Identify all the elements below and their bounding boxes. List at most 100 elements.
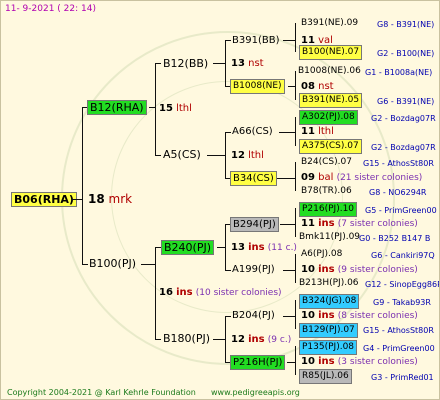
gen4-annotation: 10 ins (8 sister colonies) xyxy=(301,309,418,323)
connector xyxy=(141,264,155,265)
gen4-note: (3 sister colonies) xyxy=(337,357,418,367)
gen5-source: G3 - PrimRed01 xyxy=(371,373,434,382)
connector xyxy=(225,132,226,178)
gen3-item[interactable]: B240(PJ) xyxy=(161,240,215,255)
gen1-num: 18 xyxy=(88,192,105,206)
gen4-num: 10 xyxy=(301,264,315,275)
gen5-item[interactable]: B213H(PJ).06 xyxy=(299,277,359,290)
gen4-mark: ins xyxy=(318,310,335,321)
gen5-item[interactable]: P216(PJ).10 xyxy=(299,202,358,217)
connector xyxy=(295,71,296,100)
gen2-sire-num: 15 xyxy=(159,103,173,114)
gen4-num: 11 xyxy=(301,218,315,229)
connector xyxy=(155,63,156,155)
gen3-num: 12 xyxy=(231,150,245,161)
gen4-annotation: 09 bal (21 sister colonies) xyxy=(301,171,422,185)
gen4-item[interactable]: B34(CS) xyxy=(230,171,277,186)
gen5-item[interactable]: P135(PJ).08 xyxy=(299,340,358,355)
gen3-item[interactable]: B12(BB) xyxy=(163,57,208,70)
gen2-sire-annotation: 15 lthl xyxy=(159,102,192,115)
gen5-item[interactable]: B1008(NE).06 xyxy=(298,65,361,78)
copyright-text: Copyright 2004-2021 @ Karl Kehrle Founda… xyxy=(7,388,196,397)
connector xyxy=(225,316,231,317)
gen5-item[interactable]: R85(JL).06 xyxy=(299,369,352,384)
pedigree-chart: 11- 9-2021 ( 22: 14) B06(RHA) 18 mrk B12… xyxy=(0,0,440,400)
gen1-queen[interactable]: B06(RHA) xyxy=(11,192,77,207)
connector xyxy=(217,247,225,248)
gen4-item[interactable]: P216H(PJ) xyxy=(230,355,286,370)
connector xyxy=(155,63,161,64)
gen3-item[interactable]: A5(CS) xyxy=(163,148,201,161)
gen4-mark: nst xyxy=(318,81,334,92)
gen5-source: G0 - B252 B147 B xyxy=(359,234,431,243)
gen4-num: 10 xyxy=(301,310,315,321)
gen5-source: G2 - B100(NE) xyxy=(377,49,435,58)
connector xyxy=(280,224,295,225)
connector xyxy=(213,63,225,64)
connector xyxy=(82,107,83,264)
gen2-sire-mark: lthl xyxy=(176,103,192,114)
gen5-source: G6 - Cankiri97Q xyxy=(371,251,435,260)
connector xyxy=(277,178,295,179)
gen5-source: G6 - B391(NE) xyxy=(377,97,435,106)
connector xyxy=(287,362,295,363)
gen4-mark: ins xyxy=(318,356,335,367)
connector xyxy=(295,300,296,329)
gen4-annotation: 11 lthl xyxy=(301,125,334,138)
connector xyxy=(283,316,295,317)
gen5-source: G9 - Takab93R xyxy=(373,298,431,307)
gen3-annotation: 13 ins (11 c.) xyxy=(231,241,297,255)
gen5-item[interactable]: B391(NE).09 xyxy=(301,17,358,30)
gen5-item[interactable]: B24(CS).07 xyxy=(301,156,352,169)
gen5-source: G4 - PrimGreen00 xyxy=(363,344,435,353)
gen4-note: (9 sister colonies) xyxy=(337,265,418,275)
gen4-item[interactable]: A66(CS) xyxy=(232,125,273,138)
connector xyxy=(295,162,296,191)
gen5-item[interactable]: A6(PJ).08 xyxy=(301,248,342,261)
gen2-sire[interactable]: B12(RHA) xyxy=(87,100,147,115)
gen3-num: 13 xyxy=(231,58,245,69)
gen4-item[interactable]: A199(PJ) xyxy=(232,263,275,276)
website-link[interactable]: www.pedigreeapis.org xyxy=(211,386,300,399)
connector xyxy=(295,208,296,237)
gen3-num: 13 xyxy=(231,242,245,253)
gen3-annotation: 12 lthl xyxy=(231,149,264,162)
gen4-num: 09 xyxy=(301,172,315,183)
gen5-item[interactable]: B100(NE).07 xyxy=(299,45,363,60)
gen3-mark: ins xyxy=(248,334,265,345)
gen5-source: G2 - Bozdag07R xyxy=(371,114,436,123)
connector xyxy=(225,40,226,86)
gen5-item[interactable]: A375(CS).07 xyxy=(299,139,362,154)
gen2-dam-note: (10 sister colonies) xyxy=(195,288,282,298)
gen5-item[interactable]: B129(PJ).07 xyxy=(299,323,358,338)
gen5-item[interactable]: Bmk11(PJ).09 xyxy=(299,231,360,244)
gen4-item[interactable]: B1008(NE) xyxy=(230,79,285,94)
gen1-annotation: 18 mrk xyxy=(88,193,132,206)
gen5-source: G15 - AthosSt80R xyxy=(363,326,434,335)
date-stamp: 11- 9-2021 ( 22: 14) xyxy=(5,4,96,14)
connector xyxy=(155,247,156,339)
gen4-item[interactable]: B294(PJ) xyxy=(230,217,279,232)
gen4-annotation: 11 ins (7 sister colonies) xyxy=(301,217,418,231)
connector xyxy=(225,270,231,271)
gen3-annotation: 13 nst xyxy=(231,57,264,70)
connector xyxy=(295,23,296,52)
gen3-num: 12 xyxy=(231,334,245,345)
gen5-item[interactable]: A302(PJ).08 xyxy=(299,110,358,125)
connector xyxy=(82,264,88,265)
gen5-source: G5 - PrimGreen00 xyxy=(365,206,437,215)
gen4-mark: ins xyxy=(318,218,335,229)
gen5-source: G2 - Bozdag07R xyxy=(371,143,436,152)
gen2-dam[interactable]: B100(PJ) xyxy=(89,257,136,270)
gen5-item[interactable]: B324(JG).08 xyxy=(299,294,360,309)
gen3-item[interactable]: B180(PJ) xyxy=(163,332,210,345)
gen3-note: (11 c.) xyxy=(267,243,297,253)
gen5-item[interactable]: B78(TR).06 xyxy=(301,185,352,198)
gen2-dam-annotation: 16 ins (10 sister colonies) xyxy=(159,286,282,300)
connector xyxy=(155,155,161,156)
gen4-annotation: 10 ins (3 sister colonies) xyxy=(301,355,418,369)
gen5-item[interactable]: B391(NE).05 xyxy=(299,93,363,108)
gen4-item[interactable]: B391(BB) xyxy=(232,34,279,47)
gen4-item[interactable]: B204(PJ) xyxy=(232,309,275,322)
connector xyxy=(225,316,226,362)
